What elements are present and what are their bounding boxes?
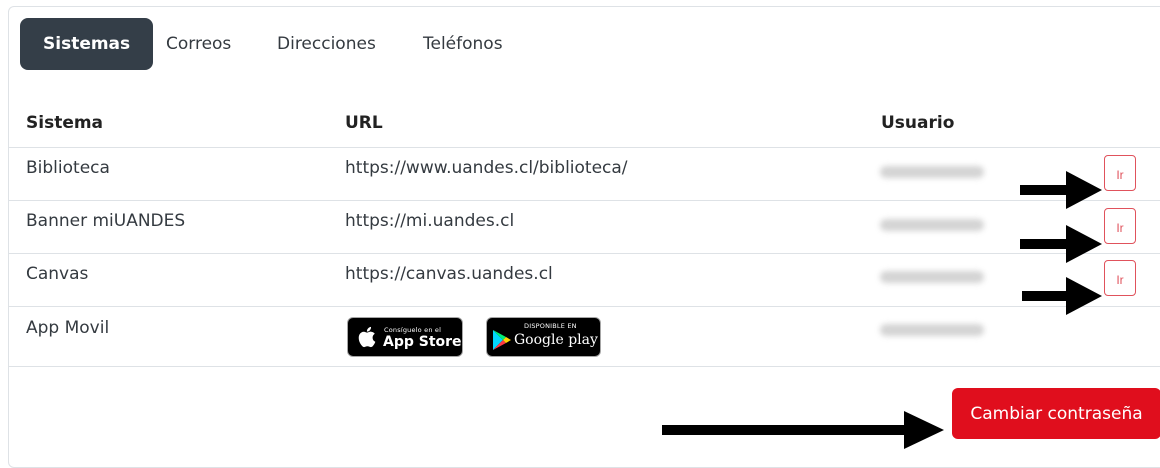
row-canvas-url: https://canvas.uandes.cl <box>345 264 553 284</box>
app-store-badge[interactable]: Consíguelo en el App Store <box>347 317 463 357</box>
tab-sistemas[interactable]: Sistemas <box>20 18 154 70</box>
row-divider <box>8 306 1160 307</box>
ir-biblioteca-button[interactable]: Ir <box>1104 155 1136 191</box>
row-banner-url: https://mi.uandes.cl <box>345 211 515 231</box>
tab-telefonos[interactable]: Teléfonos <box>423 18 503 70</box>
row-appmovil-sistema: App Movil <box>26 318 110 338</box>
column-header-usuario: Usuario <box>881 113 955 133</box>
google-play-badge[interactable]: DISPONIBLE EN Google play <box>486 317 601 357</box>
arrow-right-icon <box>662 411 944 449</box>
cambiar-contrasena-button[interactable]: Cambiar contraseña <box>952 388 1160 439</box>
row-biblioteca-usuario-redacted <box>880 166 984 178</box>
row-canvas-usuario-redacted <box>880 271 984 283</box>
arrow-right-icon <box>1022 277 1102 315</box>
app-store-big-text: App Store <box>383 334 462 350</box>
google-play-icon <box>493 330 511 350</box>
tab-direcciones[interactable]: Direcciones <box>277 18 376 70</box>
column-header-sistema: Sistema <box>26 113 104 133</box>
row-divider <box>8 147 1160 148</box>
ir-banner-button[interactable]: Ir <box>1104 208 1136 244</box>
row-canvas-sistema: Canvas <box>26 264 89 284</box>
app-store-small-text: Consíguelo en el <box>384 326 442 334</box>
arrow-right-icon <box>1020 171 1102 209</box>
google-play-small-text: DISPONIBLE EN <box>524 322 577 330</box>
row-appmovil-usuario-redacted <box>880 324 984 336</box>
column-header-url: URL <box>345 113 383 133</box>
row-banner-sistema: Banner miUANDES <box>26 211 186 231</box>
row-divider <box>8 200 1160 201</box>
row-divider <box>8 366 1160 367</box>
row-biblioteca-sistema: Biblioteca <box>26 158 110 178</box>
arrow-right-icon <box>1020 225 1102 263</box>
tab-correos[interactable]: Correos <box>166 18 231 70</box>
google-play-big-text: Google play <box>514 332 598 348</box>
ir-canvas-button[interactable]: Ir <box>1104 260 1136 296</box>
apple-icon <box>358 326 376 348</box>
row-biblioteca-url: https://www.uandes.cl/biblioteca/ <box>345 158 628 178</box>
row-divider <box>8 253 1160 254</box>
row-banner-usuario-redacted <box>880 219 984 231</box>
